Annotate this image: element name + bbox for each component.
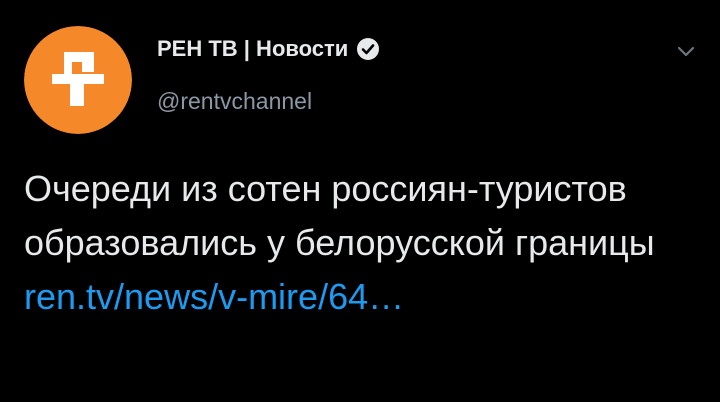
user-handle[interactable]: @rentvchannel — [157, 88, 312, 115]
avatar[interactable] — [24, 26, 132, 134]
display-name-row[interactable]: РЕН ТВ | Новости — [157, 36, 380, 62]
chevron-down-icon[interactable] — [673, 38, 699, 64]
tweet-link[interactable]: ren.tv/news/v-mire/64… — [24, 276, 404, 317]
tweet-body: Очереди из сотен россиян-туристов образо… — [24, 168, 655, 263]
display-name[interactable]: РЕН ТВ | Новости — [157, 36, 348, 62]
verified-badge-icon — [356, 37, 380, 61]
tweet-text: Очереди из сотен россиян-туристов образо… — [24, 162, 694, 324]
tweet-card[interactable]: РЕН ТВ | Новости @rentvchannel Очереди и… — [0, 0, 720, 402]
rentv-logo — [24, 26, 132, 134]
